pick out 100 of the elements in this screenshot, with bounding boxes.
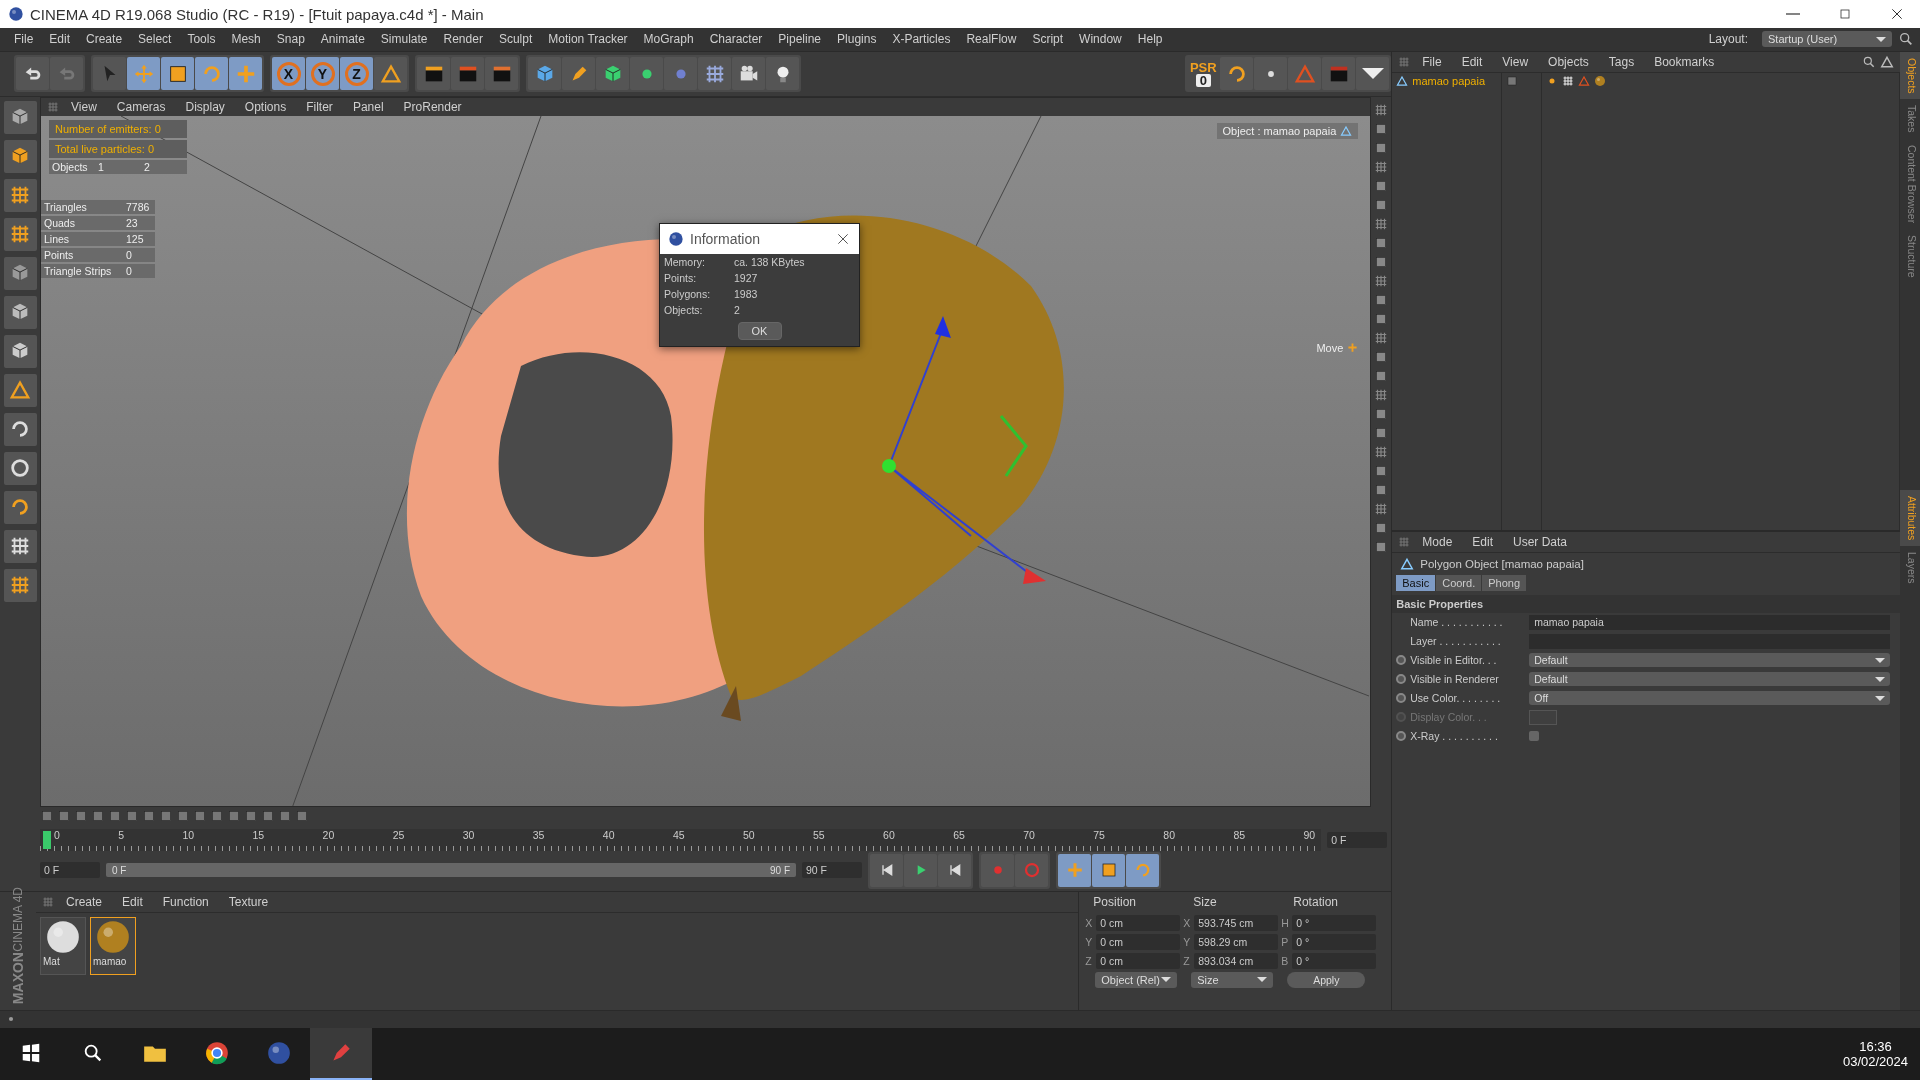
attribute-tab[interactable]: Coord. <box>1436 574 1482 591</box>
viewport-menu-item[interactable]: View <box>63 99 105 114</box>
current-frame-field[interactable]: 0 F <box>1327 832 1388 849</box>
position-field[interactable]: 0 cm <box>1096 952 1181 969</box>
attribute-tab[interactable]: Phong <box>1482 574 1527 591</box>
tool-button[interactable] <box>3 100 37 134</box>
mode-dropdown[interactable]: Object (Rel) <box>1095 971 1178 988</box>
menu-item[interactable]: Edit <box>41 32 79 47</box>
tool-button[interactable] <box>374 57 407 91</box>
attribute-menu-item[interactable]: Mode <box>1414 534 1461 549</box>
tool-button[interactable] <box>1058 853 1091 887</box>
tool-button[interactable] <box>3 139 37 173</box>
tool-button[interactable] <box>3 295 37 329</box>
size-field[interactable]: 893.034 cm <box>1194 952 1279 969</box>
menu-item[interactable]: Motion Tracker <box>540 32 636 47</box>
range-slider[interactable]: 0 F 90 F <box>106 863 796 878</box>
property-dropdown[interactable]: Default <box>1529 653 1890 668</box>
menu-item[interactable]: X-Particles <box>884 32 959 47</box>
object-item[interactable]: mamao papaia <box>1396 74 1498 87</box>
position-field[interactable]: 0 cm <box>1096 914 1181 931</box>
object-menu-item[interactable]: File <box>1414 54 1450 69</box>
menu-item[interactable]: Snap <box>268 32 313 47</box>
playhead-marker[interactable] <box>43 831 51 850</box>
size-dropdown[interactable]: Size <box>1191 971 1274 988</box>
tool-button[interactable] <box>596 57 629 91</box>
go-to-end-button[interactable] <box>938 853 971 887</box>
material-thumbnail[interactable]: Mat <box>40 916 86 975</box>
ok-button[interactable]: OK <box>737 321 782 340</box>
play-button[interactable] <box>904 853 937 887</box>
menu-item[interactable]: Select <box>130 32 180 47</box>
side-tab[interactable]: Content Browser <box>1900 138 1920 230</box>
tool-button[interactable] <box>3 178 37 212</box>
menu-item[interactable]: RealFlow <box>958 32 1025 47</box>
tool-button[interactable] <box>1126 853 1159 887</box>
side-tab[interactable]: Objects <box>1900 51 1920 100</box>
checkbox[interactable] <box>1529 731 1540 742</box>
tool-button[interactable] <box>698 57 731 91</box>
menu-item[interactable]: Mesh <box>223 32 269 47</box>
side-tab[interactable]: Takes <box>1900 99 1920 139</box>
object-menu-item[interactable]: Objects <box>1540 54 1597 69</box>
tool-button[interactable] <box>229 57 262 91</box>
axis-button[interactable]: Z <box>340 57 373 91</box>
attribute-menu-item[interactable]: Edit <box>1464 534 1501 549</box>
menu-item[interactable]: Simulate <box>372 32 436 47</box>
menu-item[interactable]: Window <box>1071 32 1130 47</box>
taskbar-app[interactable] <box>310 1028 372 1080</box>
rotation-field[interactable]: 0 ° <box>1292 952 1377 969</box>
tool-button[interactable] <box>3 217 37 251</box>
menu-item[interactable]: Script <box>1024 32 1072 47</box>
go-to-start-button[interactable] <box>870 853 903 887</box>
rotation-field[interactable]: 0 ° <box>1292 914 1377 931</box>
axis-button[interactable]: X <box>272 57 305 91</box>
tool-button[interactable] <box>766 57 799 91</box>
tool-button[interactable] <box>562 57 595 91</box>
object-menu-item[interactable]: Bookmarks <box>1646 54 1723 69</box>
material-menu-item[interactable]: Function <box>154 894 217 909</box>
viewport-menu-item[interactable]: Options <box>236 99 295 114</box>
material-thumbnail[interactable]: mamao <box>90 916 136 975</box>
tool-button[interactable] <box>630 57 663 91</box>
position-field[interactable]: 0 cm <box>1096 933 1181 950</box>
menu-item[interactable]: MoGraph <box>635 32 702 47</box>
tool-button[interactable] <box>3 490 37 524</box>
tool-button[interactable] <box>1220 57 1254 91</box>
timeline-ruler[interactable]: 0 5 10 15 20 25 30 35 40 45 50 55 60 65 70 75 80 85 90 <box>40 829 1322 852</box>
tool-button[interactable] <box>3 373 37 407</box>
side-tab[interactable]: Layers <box>1900 546 1920 590</box>
material-menu-item[interactable]: Edit <box>114 894 151 909</box>
tool-button[interactable] <box>1356 57 1390 91</box>
tool-button[interactable] <box>161 57 194 91</box>
end-frame-field[interactable]: 90 F <box>802 862 862 879</box>
menu-item[interactable]: File <box>6 32 42 47</box>
tool-button[interactable] <box>127 57 160 91</box>
attribute-menu-item[interactable]: User Data <box>1505 534 1576 549</box>
menu-item[interactable]: Character <box>701 32 771 47</box>
material-menu-item[interactable]: Texture <box>220 894 277 909</box>
tool-button[interactable] <box>3 451 37 485</box>
animation-radio[interactable] <box>1396 731 1407 742</box>
menu-item[interactable]: Tools <box>179 32 224 47</box>
viewport-menu-item[interactable]: Panel <box>344 99 392 114</box>
color-swatch[interactable] <box>1529 709 1558 725</box>
object-menu-item[interactable]: View <box>1494 54 1537 69</box>
menu-item[interactable]: Sculpt <box>490 32 541 47</box>
menu-item[interactable]: Create <box>78 32 131 47</box>
attribute-tab[interactable]: Basic <box>1396 574 1436 591</box>
tool-button[interactable] <box>1254 57 1288 91</box>
viewport-menu-item[interactable]: Cameras <box>108 99 174 114</box>
menu-item[interactable]: Render <box>435 32 491 47</box>
tool-button[interactable] <box>451 57 484 91</box>
tool-button[interactable] <box>3 529 37 563</box>
axis-button[interactable]: Y <box>306 57 339 91</box>
object-menu-item[interactable]: Edit <box>1453 54 1491 69</box>
tool-button[interactable] <box>417 57 450 91</box>
viewport-menu-item[interactable]: ProRender <box>395 99 470 114</box>
animation-radio[interactable] <box>1396 655 1407 666</box>
tool-button[interactable] <box>195 57 228 91</box>
animation-radio[interactable] <box>1396 674 1407 685</box>
tool-button[interactable] <box>3 334 37 368</box>
tool-button[interactable] <box>16 57 49 91</box>
material-menu-item[interactable]: Create <box>58 894 111 909</box>
menu-item[interactable]: Plugins <box>829 32 885 47</box>
